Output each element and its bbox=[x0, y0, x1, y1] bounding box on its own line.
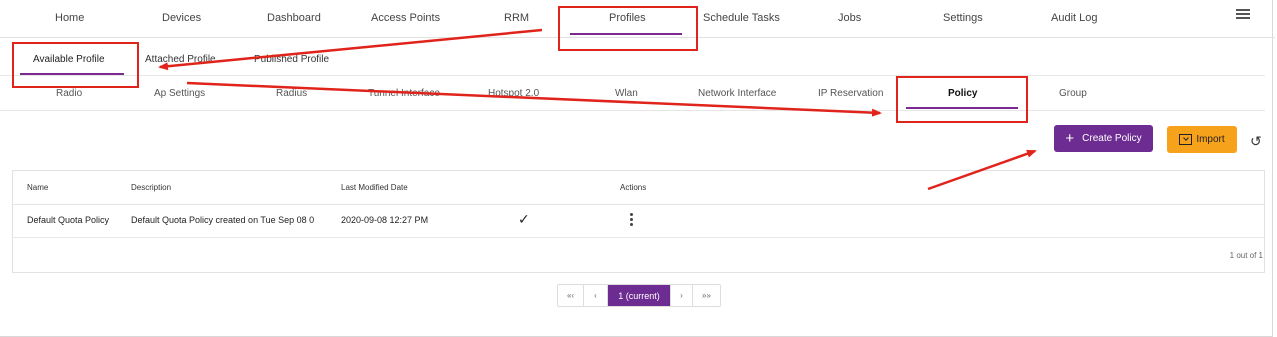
annotation-arrow bbox=[158, 28, 543, 71]
annotation-arrows bbox=[158, 28, 1037, 191]
annotation-arrow bbox=[186, 81, 882, 117]
app-window: Home Devices Dashboard Access Points RRM… bbox=[0, 0, 1277, 337]
annotation-arrow bbox=[927, 149, 1037, 191]
